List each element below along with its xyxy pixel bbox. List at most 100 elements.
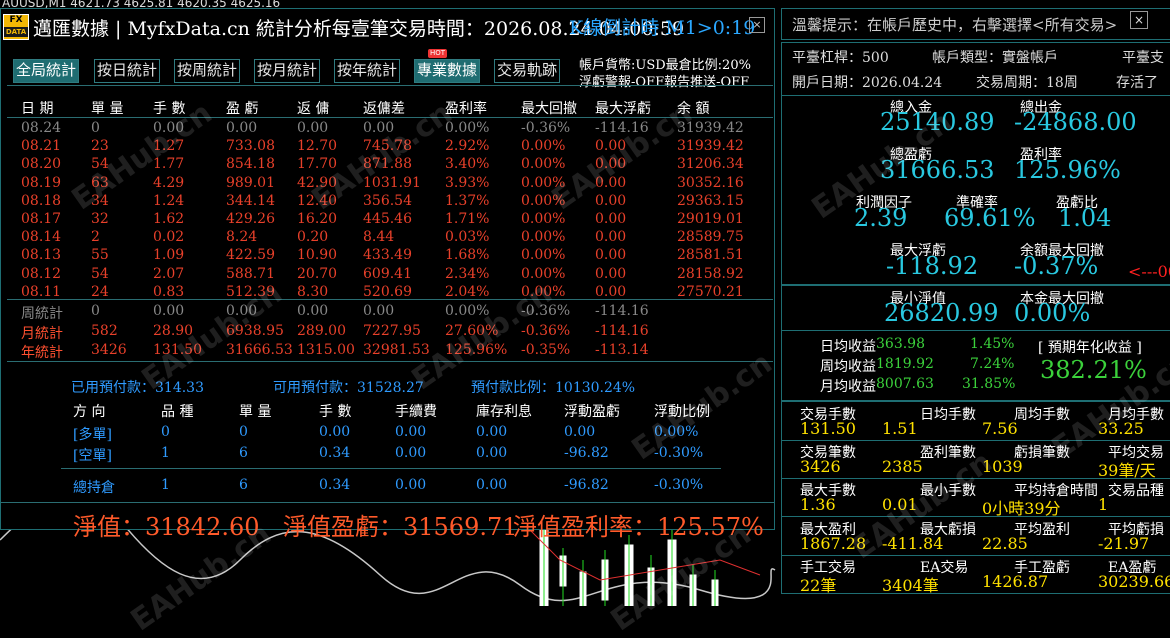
pos-cell-lots: 0.00 <box>319 424 351 440</box>
pos-cell-symbol: 0 <box>161 424 170 440</box>
min-equity: 26820.99 <box>884 299 999 327</box>
cell-profit-rate: 2.04% <box>445 283 490 300</box>
stat-value: 39筆/天 <box>1098 460 1156 480</box>
cell-rebate-diff: 445.46 <box>363 211 412 227</box>
table-row: 08.19 63 4.29 989.01 42.90 1031.91 3.93% 0.00% 0… <box>1 175 774 193</box>
cell-max-float-loss: 0.00 <box>595 174 627 191</box>
cell-orders: 34 <box>91 192 109 209</box>
tab-trade-track[interactable]: 交易軌跡 <box>494 59 561 83</box>
tip-close-button[interactable]: × <box>1130 11 1148 29</box>
stat-value: 1.51 <box>882 419 918 438</box>
pos-cell-orders: 6 <box>239 477 248 493</box>
cell-max-drawdown: 0.00% <box>521 211 566 227</box>
fx-data-logo: FX DATA <box>3 14 29 40</box>
pos-col-float-ratio: 浮動比例 <box>654 404 710 420</box>
stat-value: 22.85 <box>982 533 1028 553</box>
net-equity-pl: 淨值盈虧：31569.71 <box>283 513 518 541</box>
cell-max-float-loss: 0.00 <box>595 211 627 227</box>
cell-orders: 2 <box>91 229 100 246</box>
pos-cell-float-pl: 0.00 <box>564 424 596 440</box>
margin-ratio: 預付款比例：10130.24% <box>471 380 636 396</box>
cell-balance: 31206.34 <box>677 156 744 173</box>
table-row: 08.21 23 1.27 733.08 12.70 745.78 2.92% 0.00% 0.… <box>1 138 774 156</box>
cell-lots: 2.07 <box>153 265 185 282</box>
daily-avg-label: 日均收益 <box>820 339 876 355</box>
pos-cell-swap: 0.00 <box>476 477 508 493</box>
cell-lots: 1.62 <box>153 211 185 227</box>
table-row: 08.12 54 2.07 588.71 20.70 609.41 2.34% 0.00% 0.… <box>1 266 774 284</box>
cell-max-drawdown: -0.36% <box>521 120 571 136</box>
cell-lots: 1.24 <box>153 192 185 209</box>
col-rebate: 返 傭 <box>297 101 330 117</box>
statistics-panel: FX DATA 邁匯數據 | MyfxData.cn 統計分析每壹筆交易時間：20… <box>0 8 779 541</box>
stat-value: 1.36 <box>800 495 836 514</box>
divider <box>7 361 773 362</box>
tab-monthly-stats[interactable]: 按月統計 <box>254 59 321 83</box>
col-profit: 盈 虧 <box>226 101 259 117</box>
pos-col-swap: 庫存利息 <box>476 404 532 420</box>
cell-rebate: 17.70 <box>297 156 338 173</box>
cell-orders: 23 <box>91 138 109 155</box>
pos-cell-commission: 0.00 <box>395 445 427 461</box>
cell-profit: 512.39 <box>226 283 275 300</box>
cell-max-float-loss: 0.00 <box>595 156 627 173</box>
table-row: 08.17 32 1.62 429.26 16.20 445.46 1.71% 0.00% 0.… <box>1 211 774 229</box>
divider <box>7 117 773 118</box>
stat-value: 2385 <box>882 456 923 476</box>
tab-yearly-stats[interactable]: 按年統計 <box>334 59 401 83</box>
col-lots: 手 數 <box>153 101 186 117</box>
stats-group: 最大手數 1.36 最小手數 0.01 平均持倉時間 0小時39分 交易品種 1 <box>781 478 1170 518</box>
cell-date: 月統計 <box>21 325 63 342</box>
monthly-avg-label: 月均收益 <box>820 379 876 395</box>
stat-value: 7.56 <box>982 419 1018 438</box>
cell-max-float-loss: -114.16 <box>595 120 649 136</box>
cell-date: 08.12 <box>21 265 62 282</box>
table-row: 08.20 54 1.77 854.18 17.70 871.88 3.40% 0.00% 0.… <box>1 156 774 174</box>
cell-profit: 6938.95 <box>226 322 284 339</box>
profit-factor: 2.39 <box>854 204 908 232</box>
leverage: 平臺杠桿：500 <box>792 50 889 66</box>
tab-pro-data[interactable]: 專業數據 <box>414 59 481 83</box>
cell-lots: 1.77 <box>153 156 185 173</box>
cell-rebate: 0.00 <box>297 120 329 136</box>
cell-profit: 344.14 <box>226 192 275 209</box>
cell-max-drawdown: 0.00% <box>521 192 566 209</box>
cell-rebate: 289.00 <box>297 322 346 339</box>
pos-cell-swap: 0.00 <box>476 424 508 440</box>
cell-profit: 422.59 <box>226 247 275 264</box>
cell-balance: 30352.16 <box>677 174 744 191</box>
stat-label: 最小手數 <box>920 483 976 499</box>
cell-profit-rate: 1.71% <box>445 211 490 227</box>
pos-cell-lots: 0.34 <box>319 477 351 493</box>
cell-date: 08.24 <box>21 120 62 136</box>
cell-rebate-diff: 609.41 <box>363 265 412 282</box>
tab-global-stats[interactable]: 全局統計 <box>13 59 80 83</box>
tab-daily-stats[interactable]: 按日統計 <box>94 59 161 83</box>
win-loss-ratio: 1.04 <box>1058 204 1112 232</box>
account-type: 帳戶類型：實盤帳戶 <box>932 50 1058 66</box>
pos-cell-swap: 0.00 <box>476 445 508 461</box>
daily-avg-pct: 1.45% <box>970 336 1015 352</box>
cell-date: 08.13 <box>21 247 62 264</box>
cell-rebate-diff: 520.69 <box>363 283 412 300</box>
stat-value: 1867.28 <box>800 533 867 553</box>
close-button[interactable]: × <box>749 17 765 33</box>
cell-profit-rate: 3.93% <box>445 174 490 191</box>
cell-rebate-diff: 745.78 <box>363 138 412 155</box>
tab-weekly-stats[interactable]: 按周統計 <box>174 59 241 83</box>
cell-rebate: 42.90 <box>297 174 338 191</box>
annual-label: [ 預期年化收益 ] <box>1038 340 1142 356</box>
pos-cell-float-pl: -96.82 <box>564 445 609 461</box>
margin-available: 可用預付款：31528.27 <box>273 380 424 396</box>
stat-value: -21.97 <box>1098 533 1150 553</box>
max-float-loss: -118.92 <box>886 252 979 280</box>
cell-rebate: 20.70 <box>297 265 338 282</box>
cell-max-float-loss: 0.00 <box>595 283 627 300</box>
cell-rebate-diff: 433.49 <box>363 247 412 264</box>
pos-col-symbol: 品 種 <box>161 404 194 420</box>
cell-rebate: 12.70 <box>297 138 338 155</box>
cell-lots: 0.00 <box>153 120 185 136</box>
open-date: 開戶日期：2026.04.24 <box>792 75 943 91</box>
cell-max-drawdown: 0.00% <box>521 265 566 282</box>
cell-date: 08.21 <box>21 138 62 155</box>
